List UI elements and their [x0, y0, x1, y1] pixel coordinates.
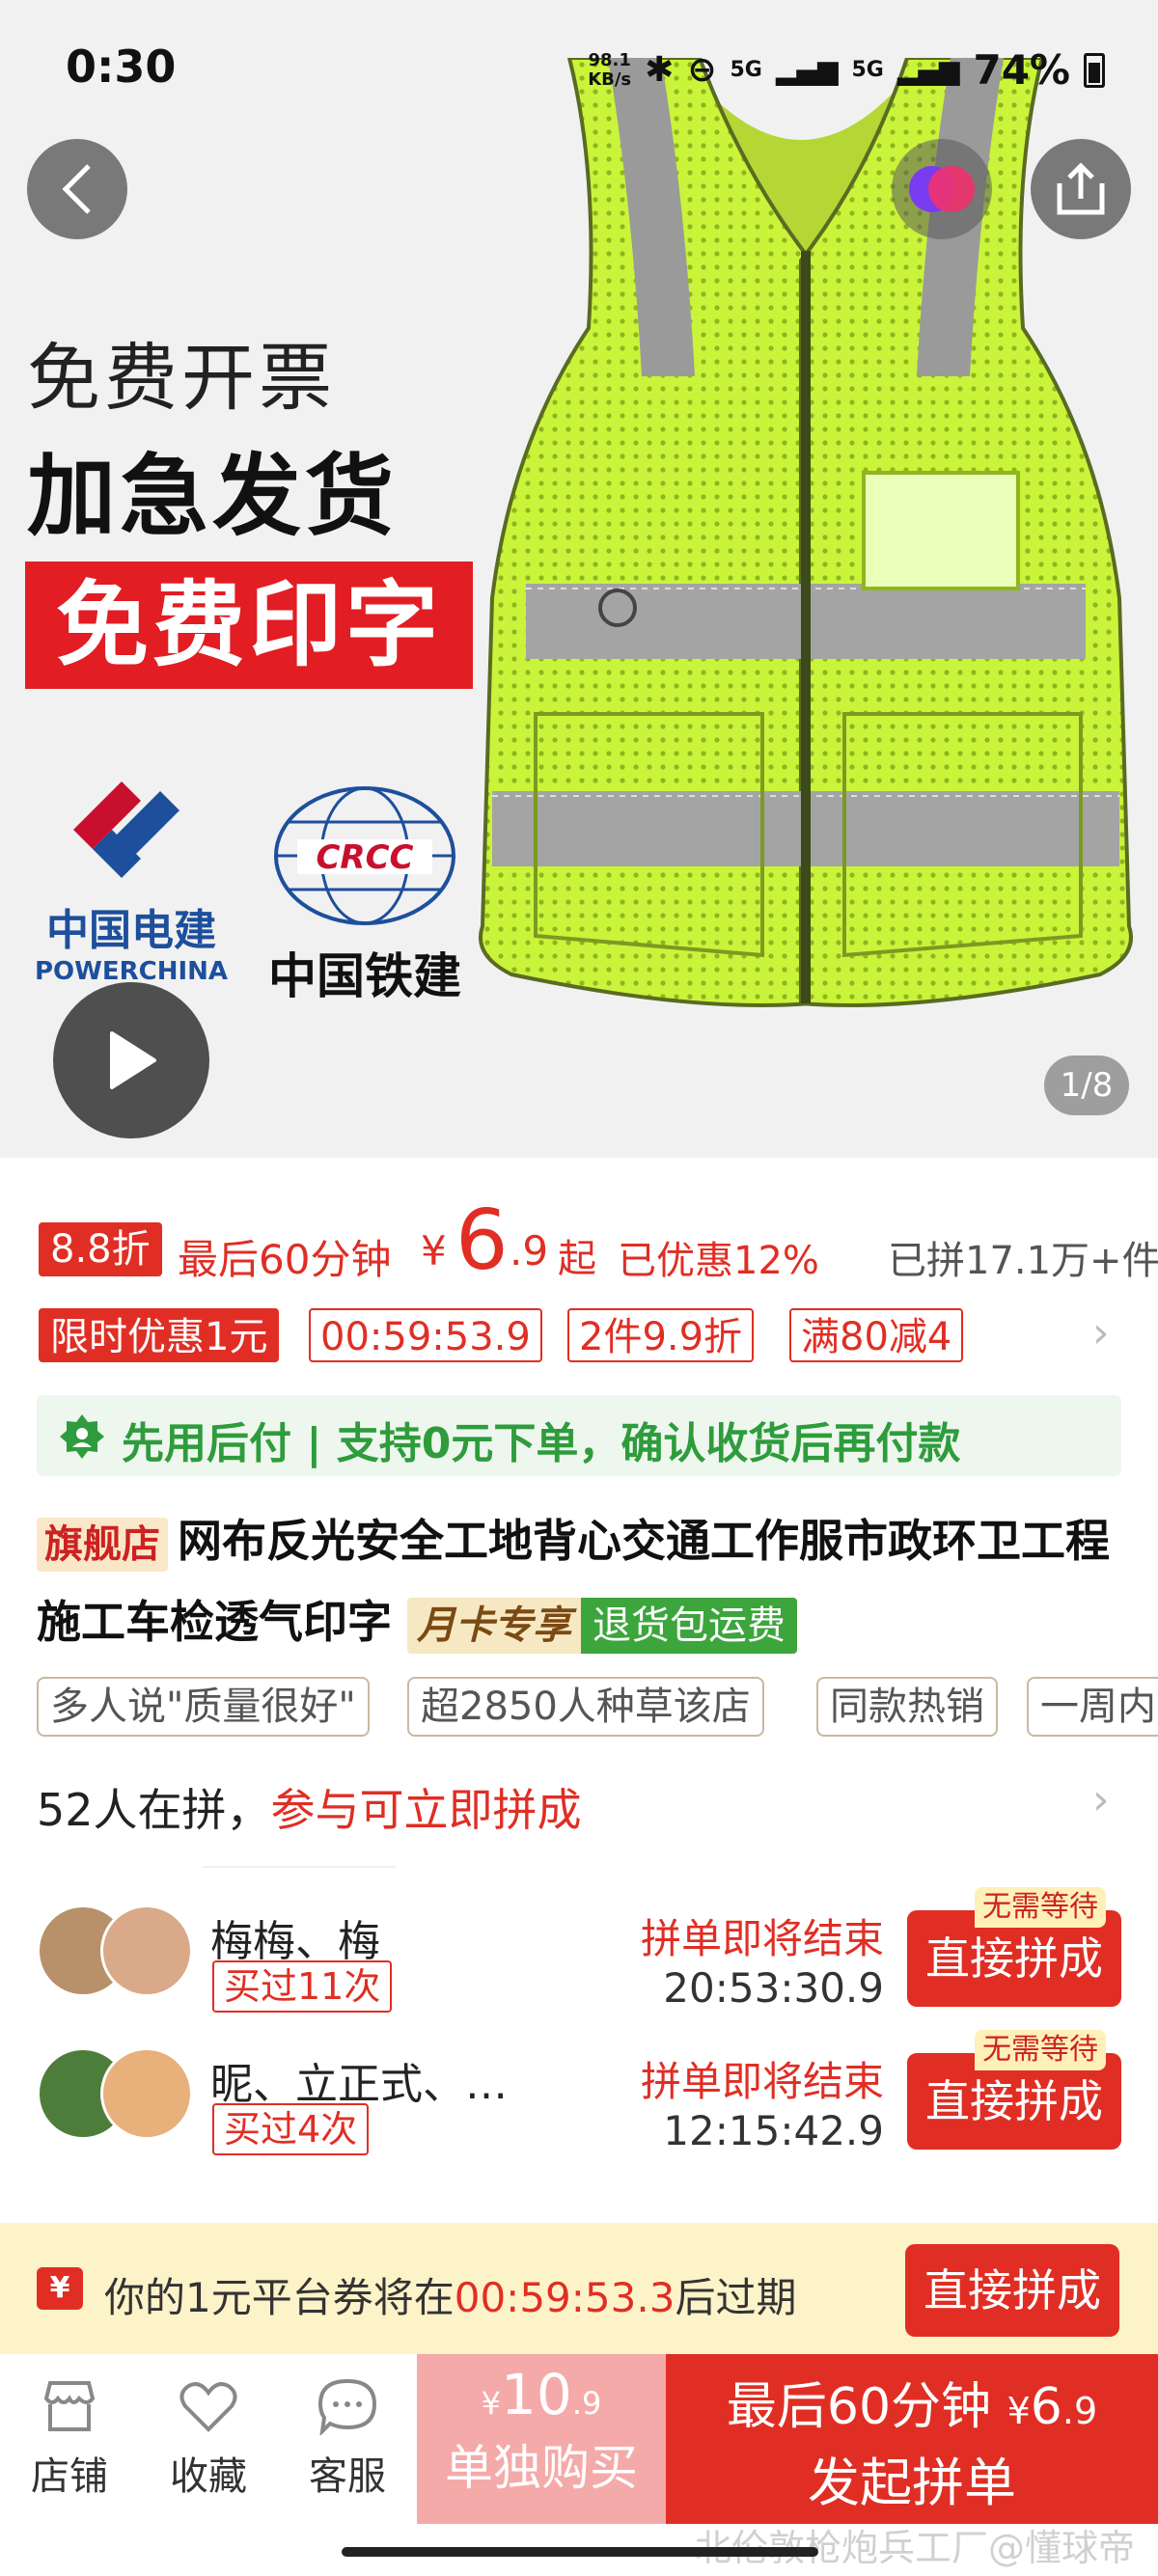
no-wait-badge: 无需等待 [975, 1887, 1106, 1928]
battery-percent: 74% [973, 46, 1070, 94]
chevron-left-icon [62, 164, 91, 214]
saved-percent: 已优惠12% [618, 1239, 819, 1283]
start-group-buy-button[interactable]: 最后60分钟 ¥6.9 发起拼单 [666, 2354, 1158, 2524]
group-row: 昵、立正式、… 买过4次 拼单即将结束 12:15:42.9 直接拼成 无需等待 [0, 2030, 1158, 2175]
play-icon [110, 1031, 156, 1089]
status-bar: 0:30 98.1 KB/s ✱ ⊖ 5G ▂▄▆ 5G ▂▄▆ 74% [0, 0, 1158, 125]
play-video-button[interactable] [53, 982, 209, 1138]
hero-line-invoice: 免费开票 [27, 335, 336, 421]
battery-icon [1084, 52, 1105, 88]
powerchina-mark-icon [73, 781, 179, 878]
service-nav-button[interactable]: 客服 [290, 2377, 405, 2501]
app-logo-icon [909, 166, 975, 212]
crcc-globe-icon: CRCC [274, 786, 455, 925]
store-nav-button[interactable]: 店铺 [12, 2377, 127, 2501]
review-chip-quality[interactable]: 多人说"质量很好" [37, 1677, 370, 1737]
avatar [100, 2047, 193, 2140]
promo-tag-discount[interactable]: 2件9.9折 [567, 1308, 755, 1362]
image-counter: 1/8 [1044, 1055, 1129, 1115]
group-row: 梅梅、梅 买过11次 拼单即将结束 20:53:30.9 直接拼成 无需等待 [0, 1887, 1158, 2032]
avatar [100, 1905, 193, 1997]
signal-5g-1: 5G [730, 58, 762, 82]
pay-later-icon [60, 1414, 104, 1459]
dnd-icon: ⊖ [687, 50, 717, 90]
net-speed: 98.1 KB/s [588, 49, 632, 90]
status-time: 0:30 [66, 41, 177, 93]
countdown-label: 最后60分钟 [178, 1236, 392, 1283]
coupon-icon: ¥ [37, 2267, 83, 2310]
price-currency: ¥ [421, 1227, 447, 1274]
back-button[interactable] [27, 139, 127, 239]
discount-badge: 8.8折 [39, 1222, 162, 1276]
flagship-store-badge: 旗舰店 [37, 1517, 168, 1572]
heart-icon [179, 2382, 237, 2432]
promo-timer: 00:59:53.9 [309, 1308, 542, 1362]
home-indicator[interactable] [342, 2547, 818, 2557]
chat-icon [317, 2378, 377, 2437]
group-buy-header[interactable]: 52人在拼，参与可立即拼成 [37, 1775, 582, 1839]
no-wait-badge: 无需等待 [975, 2030, 1106, 2070]
powerchina-logo: 中国电建 POWERCHINA [35, 772, 228, 986]
product-image-gallery[interactable]: 0:30 98.1 KB/s ✱ ⊖ 5G ▂▄▆ 5G ▂▄▆ 74% 免费开… [0, 0, 1158, 1158]
sold-count: 已拼17.1万+件 [888, 1239, 1158, 1283]
share-icon [1057, 162, 1105, 215]
product-title-block: 旗舰店 网布反光安全工地背心交通工作服市政环卫工程施工车检透气印字 月卡专享 退货包… [37, 1500, 1127, 1662]
price-suffix: 起 [558, 1237, 596, 1281]
hero-line-printing: 免费印字 [25, 562, 473, 689]
chevron-right-icon[interactable]: › [1092, 1308, 1110, 1357]
bluetooth-icon: ✱ [645, 50, 675, 90]
watermark: 北伦敦枪炮兵工厂@懂球帝 [695, 2527, 1136, 2569]
coupon-join-button[interactable]: 直接拼成 [905, 2244, 1119, 2337]
svg-text:CRCC: CRCC [316, 838, 413, 877]
promo-tag-threshold[interactable]: 满80减4 [789, 1308, 964, 1362]
status-indicators: 98.1 KB/s ✱ ⊖ 5G ▂▄▆ 5G ▂▄▆ 74% [588, 46, 1105, 94]
favorite-nav-button[interactable]: 收藏 [151, 2377, 266, 2501]
divider [203, 1866, 396, 1868]
review-chip-hot[interactable]: 同款热销 [816, 1677, 998, 1737]
mini-app-button[interactable] [892, 139, 992, 239]
store-icon [43, 2381, 96, 2431]
review-chip-week[interactable]: 一周内 [1027, 1677, 1158, 1737]
signal-bars-icon: ▂▄▆ [775, 54, 839, 86]
free-return-badge: 退货包运费 [581, 1597, 798, 1654]
share-button[interactable] [1031, 139, 1131, 239]
signal-5g-2: 5G [851, 58, 884, 82]
price-decimal: .9 [510, 1227, 549, 1274]
pay-later-banner[interactable]: 先用后付 | 支持0元下单，确认收货后再付款 [37, 1395, 1121, 1476]
bought-count: 买过4次 [212, 2103, 370, 2155]
coupon-expiry-bar: ¥ 你的1元平台券将在00:59:53.3后过期 直接拼成 [0, 2223, 1158, 2354]
buy-alone-button[interactable]: ¥10.9 单独购买 [417, 2354, 666, 2524]
bought-count: 买过11次 [212, 1960, 393, 2013]
chevron-right-icon[interactable]: › [1092, 1775, 1110, 1824]
monthly-card-badge: 月卡专享 [407, 1597, 582, 1654]
signal-bars-icon: ▂▄▆ [896, 54, 960, 86]
price-int: 6 [455, 1192, 509, 1289]
hero-line-shipping: 加急发货 [27, 445, 399, 548]
limited-offer-tag: 限时优惠1元 [39, 1308, 280, 1362]
review-chip-store[interactable]: 超2850人种草该店 [407, 1677, 764, 1737]
crcc-logo: CRCC 中国铁建 [249, 783, 481, 1007]
